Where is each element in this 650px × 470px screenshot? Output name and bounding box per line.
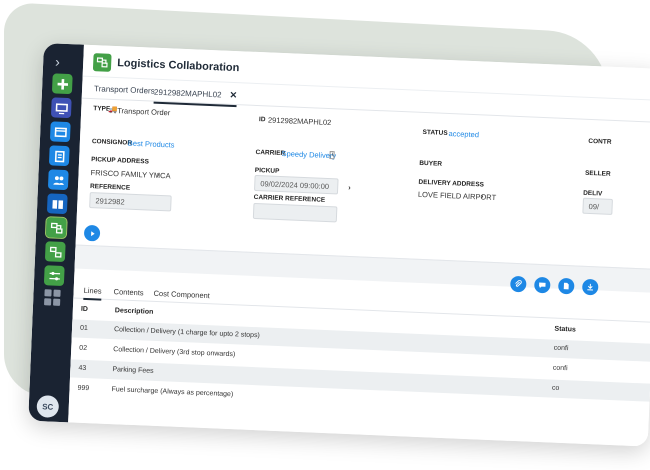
- id-label: ID: [258, 116, 266, 124]
- close-icon[interactable]: ✕: [229, 90, 237, 100]
- subtab-contents[interactable]: Contents: [113, 287, 143, 297]
- delivery-label: DELIV: [583, 189, 603, 198]
- id-value: 2912982MAPHL02: [267, 115, 332, 128]
- buyer-label: BUYER: [419, 159, 443, 168]
- main-content: Logistics Collaboration Transport Orders…: [68, 44, 650, 447]
- paperclip-icon[interactable]: [509, 275, 527, 293]
- delivery-address-value[interactable]: LOVE FIELD AIRPORT: [418, 190, 497, 202]
- row-id: 999: [77, 384, 90, 393]
- add-icon[interactable]: [51, 73, 73, 95]
- row-status: confi: [553, 344, 569, 353]
- book-icon[interactable]: [46, 193, 68, 215]
- type-value: Transport Order: [117, 106, 171, 118]
- download-icon[interactable]: [581, 278, 599, 296]
- chevron-right-icon[interactable]: ›: [156, 170, 159, 179]
- seller-label: SELLER: [584, 169, 611, 178]
- row-id: 01: [79, 324, 89, 333]
- row-status: confi: [552, 364, 568, 373]
- row-description: Fuel surcharge (Always as percentage): [111, 386, 234, 399]
- avatar[interactable]: SC: [36, 395, 60, 418]
- play-icon[interactable]: [83, 224, 101, 242]
- pickup-label: PICKUP: [254, 166, 280, 175]
- column-header-status: Status: [554, 325, 577, 334]
- column-header-id: ID: [80, 305, 89, 314]
- delivery-datetime-input[interactable]: 09/: [582, 197, 613, 215]
- pickup-datetime-input[interactable]: 09/02/2024 09:00:00: [253, 174, 339, 195]
- tab-order[interactable]: 2912982MAPHL02 ✕: [153, 86, 238, 108]
- consignor-label: CONSIGNOR: [91, 138, 133, 147]
- card-icon[interactable]: [49, 121, 71, 143]
- row-description: Parking Fees: [112, 366, 154, 375]
- chat-icon[interactable]: [533, 276, 551, 294]
- pickup-address-label: PICKUP ADDRESS: [91, 156, 150, 166]
- app-title: Logistics Collaboration: [116, 57, 240, 75]
- subtab-cost-component[interactable]: Cost Component: [153, 289, 210, 300]
- delivery-address-label: DELIVERY ADDRESS: [418, 178, 485, 189]
- app-window: › SC Logistics Collaboration Transport O…: [28, 43, 650, 447]
- tab-transport-orders[interactable]: Transport Orders: [94, 84, 155, 96]
- reference-label: REFERENCE: [89, 183, 131, 192]
- info-icon[interactable]: i: [329, 151, 336, 160]
- logistics-icon[interactable]: [44, 216, 68, 240]
- users-icon[interactable]: [47, 169, 69, 191]
- status-label: STATUS: [422, 128, 448, 137]
- chevron-right-icon[interactable]: ›: [55, 53, 60, 69]
- document-icon[interactable]: [557, 277, 575, 295]
- settings-sliders-icon[interactable]: [43, 265, 65, 287]
- carrier-value[interactable]: Speedy Delivery: [281, 149, 336, 160]
- row-status: co: [551, 384, 560, 392]
- status-value: accepted: [448, 129, 480, 140]
- carrier-reference-input[interactable]: [252, 202, 338, 223]
- shipment-icon[interactable]: [44, 241, 66, 263]
- reference-input[interactable]: 2912982: [89, 192, 172, 212]
- row-id: 43: [78, 364, 87, 373]
- row-description: Collection / Delivery (3rd stop onwards): [113, 346, 236, 359]
- row-id: 02: [79, 344, 88, 353]
- subtab-lines[interactable]: Lines: [83, 285, 102, 301]
- chevron-right-icon[interactable]: ›: [348, 183, 351, 192]
- tab-order-label: 2912982MAPHL02: [153, 87, 222, 100]
- clipboard-icon[interactable]: [48, 145, 70, 167]
- apps-grid-icon[interactable]: [44, 289, 61, 306]
- row-description: Collection / Delivery (1 charge for upto…: [113, 326, 260, 340]
- consignor-value[interactable]: Best Products: [128, 139, 175, 150]
- display-icon[interactable]: [50, 97, 72, 119]
- contract-label: CONTR: [588, 137, 612, 146]
- logistics-logo-icon: [92, 53, 112, 72]
- chevron-right-icon[interactable]: ›: [481, 191, 484, 200]
- column-header-description: Description: [114, 307, 154, 316]
